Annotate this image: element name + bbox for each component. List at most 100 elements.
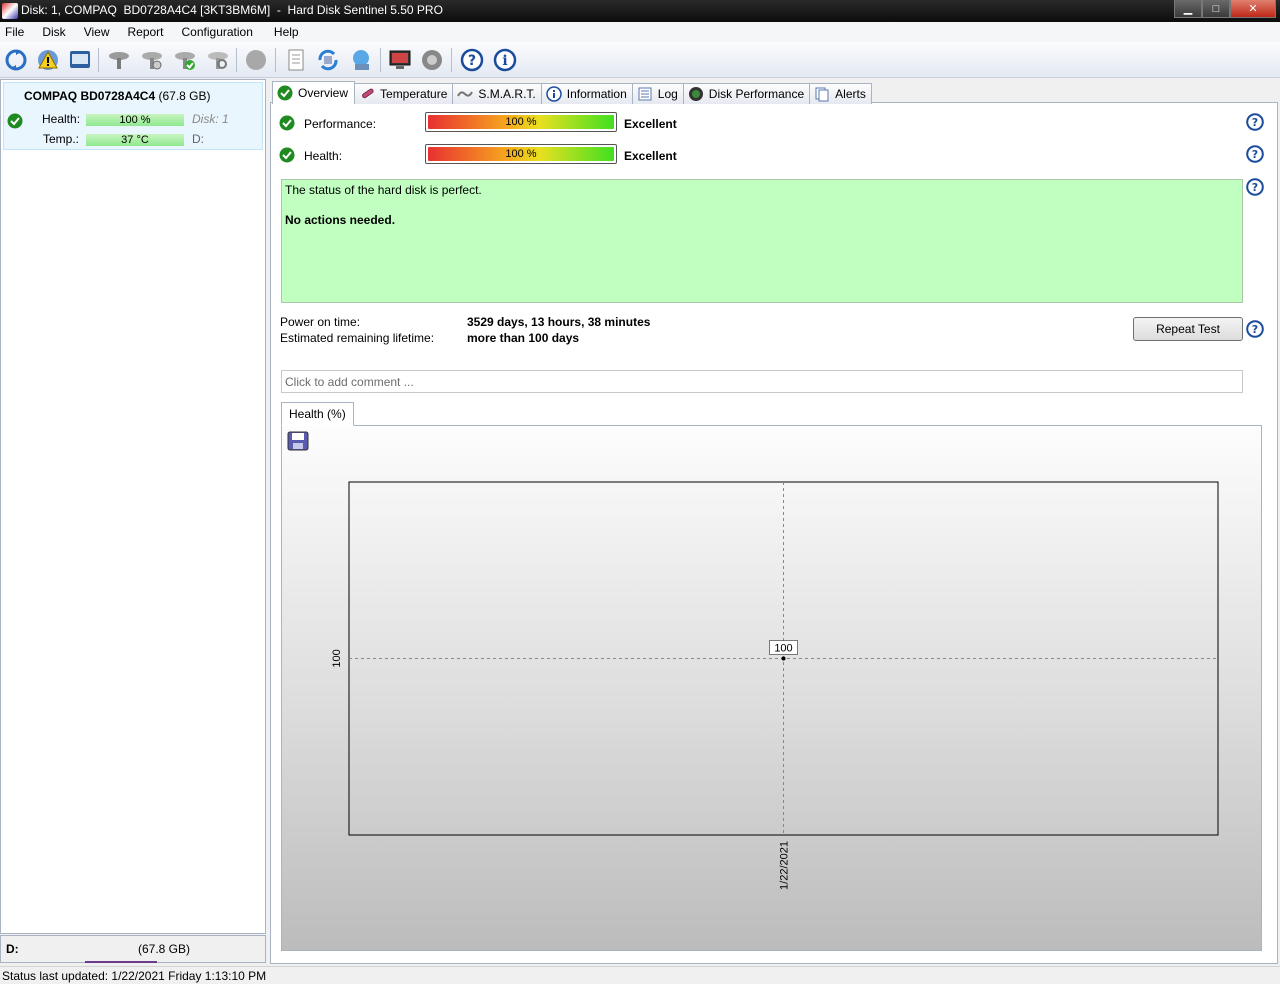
repeat-test-help-icon[interactable]: ? (1246, 320, 1264, 338)
disk-name-row: COMPAQ BD0728A4C4 (67.8 GB) (24, 89, 211, 103)
status-message: The status of the hard disk is perfect. (285, 183, 482, 197)
sync-icon[interactable] (315, 47, 341, 73)
toolbar: ? i (0, 42, 1280, 78)
check-icon (7, 113, 23, 129)
volume-letter: D: (6, 942, 19, 956)
performance-help-icon[interactable]: ? (1246, 113, 1264, 131)
performance-ok-icon (279, 115, 295, 131)
info-icon[interactable]: i (492, 47, 518, 73)
tab-label: Alerts (835, 87, 866, 101)
temp-label: Temp.: (43, 132, 80, 146)
title-bar: Disk: 1, COMPAQ BD0728A4C4 [3KT3BM6M] - … (0, 0, 1280, 22)
info-icon (545, 86, 562, 102)
lifetime-label: Estimated remaining lifetime: (280, 331, 435, 345)
tab-label: Overview (298, 86, 349, 100)
gauge-icon (688, 86, 704, 102)
tab-alerts[interactable]: Alerts (809, 83, 872, 104)
tab-log[interactable]: Log (631, 83, 684, 104)
menu-help[interactable]: Help (262, 22, 308, 42)
svg-text:?: ? (1252, 323, 1258, 336)
tab-health-chart[interactable]: Health (%) (281, 402, 354, 426)
volume-size: (67.8 GB) (138, 942, 191, 956)
report-icon[interactable] (283, 47, 309, 73)
app-icon (2, 3, 18, 19)
refresh-icon[interactable] (3, 47, 29, 73)
tab-label: Disk Performance (708, 87, 805, 101)
volume-usage-bar (85, 961, 157, 963)
tab-label: S.M.A.R.T. (478, 87, 536, 101)
health-rating: Excellent (624, 149, 677, 163)
y-tick-label: 100 (331, 649, 343, 667)
health-bar-fill: 100 % (428, 147, 614, 161)
data-label: 100 (774, 643, 792, 655)
performance-label: Performance: (304, 117, 377, 131)
help-icon[interactable]: ? (459, 47, 485, 73)
window-title: Disk: 1, COMPAQ BD0728A4C4 [3KT3BM6M] - … (21, 3, 443, 17)
svg-text:?: ? (1252, 181, 1258, 194)
tab-overview[interactable]: Overview (272, 81, 356, 104)
disk-index: Disk: 1 (192, 112, 229, 126)
warning-disk-icon[interactable] (35, 47, 61, 73)
hdd-check-icon[interactable] (172, 47, 198, 73)
tab-information[interactable]: Information (540, 83, 633, 104)
tab-disk-performance[interactable]: Disk Performance (682, 83, 811, 104)
health-chart: 100 1/22/2021 100 (331, 481, 1219, 890)
health-ok-icon (279, 147, 295, 163)
health-help-icon[interactable]: ? (1246, 145, 1264, 163)
tab-s-m-a-r-t[interactable]: S.M.A.R.T. (452, 83, 542, 104)
volume-pane[interactable]: D: (67.8 GB) (0, 935, 266, 963)
disk-name: COMPAQ BD0728A4C4 (24, 89, 156, 103)
tab-label: Information (566, 87, 627, 101)
hdd-search-icon[interactable] (205, 47, 231, 73)
disk-size: (67.8 GB) (158, 89, 211, 103)
menu-disk[interactable]: Disk (33, 22, 74, 42)
maximize-button[interactable]: □ (1202, 0, 1230, 18)
performance-bar: 100 % (425, 112, 617, 132)
menu-configuration[interactable]: Configuration (173, 22, 262, 42)
status-help-icon[interactable]: ? (1246, 178, 1264, 196)
health-bar: 100 % (86, 114, 184, 126)
power-on-label: Power on time: (280, 315, 361, 329)
speaker-icon[interactable] (419, 47, 445, 73)
performance-bar-fill: 100 % (428, 115, 614, 129)
x-tick-label: 1/22/2021 (779, 841, 791, 890)
defrag-icon[interactable] (243, 47, 269, 73)
monitor-icon[interactable] (387, 47, 413, 73)
alerts-icon (814, 86, 830, 102)
tab-label: Temperature (380, 87, 448, 101)
status-action: No actions needed. (285, 213, 396, 227)
tab-temperature[interactable]: Temperature (354, 83, 454, 104)
network-icon[interactable] (348, 47, 374, 73)
data-point (781, 656, 786, 661)
smart-icon (457, 86, 474, 102)
power-on-value: 3529 days, 13 hours, 38 minutes (467, 315, 651, 329)
close-button[interactable]: ✕ (1230, 0, 1276, 18)
thermometer-icon (359, 86, 375, 102)
hdd-icon[interactable] (106, 47, 132, 73)
svg-text:i: i (502, 53, 507, 69)
menu-file[interactable]: File (4, 22, 33, 42)
menu-bar: File Disk View Report Configuration Help (0, 22, 1280, 42)
status-bar: Status last updated: 1/22/2021 Friday 1:… (0, 966, 1280, 984)
drive-letter: D: (192, 132, 204, 146)
health-chart-panel: 100 1/22/2021 100 (281, 425, 1262, 951)
log-icon (637, 86, 653, 102)
comment-input[interactable]: Click to add comment ... (281, 370, 1243, 393)
menu-report[interactable]: Report (118, 22, 172, 42)
overview-panel: Performance: 100 % Excellent ? Health: 1… (270, 102, 1278, 964)
disk-list-item[interactable]: COMPAQ BD0728A4C4 (67.8 GB) Health: 100 … (3, 82, 263, 150)
temp-bar: 37 °C (86, 134, 184, 146)
minimize-button[interactable]: ▁ (1174, 0, 1202, 18)
status-message-box: The status of the hard disk is perfect. … (281, 179, 1243, 303)
repeat-test-button[interactable]: Repeat Test (1133, 317, 1243, 341)
check-icon (277, 85, 293, 101)
disk-list-pane: COMPAQ BD0728A4C4 (67.8 GB) Health: 100 … (0, 79, 266, 934)
health-bar: 100 % (425, 144, 617, 164)
menu-view[interactable]: View (75, 22, 119, 42)
lifetime-value: more than 100 days (467, 331, 580, 345)
disk-icon[interactable] (67, 47, 93, 73)
svg-text:?: ? (1252, 116, 1258, 129)
svg-text:?: ? (468, 53, 476, 69)
hdd-test-icon[interactable] (139, 47, 165, 73)
main-tabs: Overview Temperature S.M.A.R.T. Information… (272, 81, 872, 104)
